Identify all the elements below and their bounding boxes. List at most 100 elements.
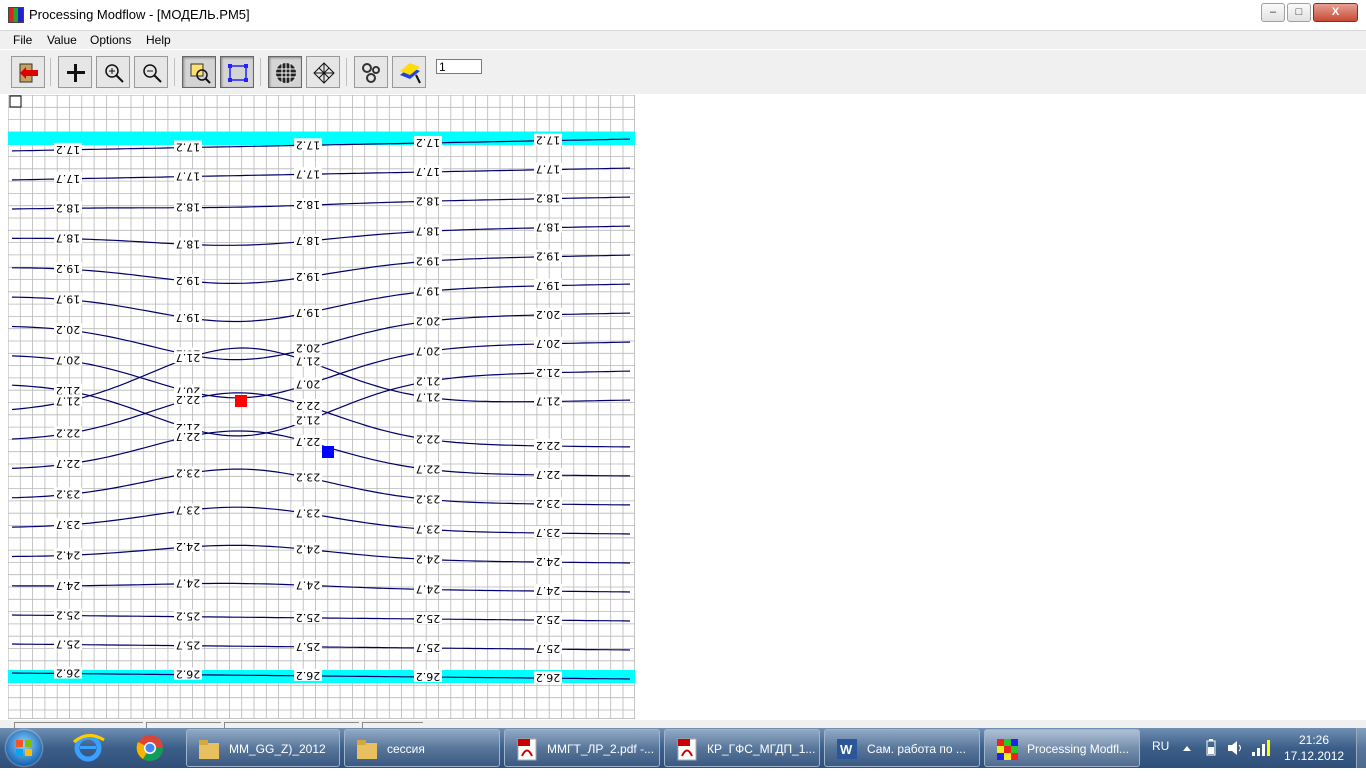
contour-label: 26.2: [536, 671, 561, 684]
zoom-out-button[interactable]: [134, 56, 168, 88]
menu-file[interactable]: File: [13, 33, 32, 47]
contour-label: 17.2: [176, 141, 201, 154]
ie-pinned[interactable]: [66, 730, 110, 766]
chrome-icon: [136, 735, 164, 762]
settings-button[interactable]: [354, 56, 388, 88]
color-map-icon: [400, 63, 421, 84]
contour-label: 20.7: [56, 354, 81, 367]
contour-label: 25.2: [296, 611, 321, 624]
contour-label: 23.2: [416, 492, 441, 505]
contour-label: 22.7: [536, 468, 561, 481]
contour-label: 19.2: [296, 270, 321, 283]
minimize-button[interactable]: –: [1261, 3, 1285, 22]
pumping-well-marker: [235, 395, 247, 407]
menu-help[interactable]: Help: [146, 33, 171, 47]
rubik-icon: [997, 739, 1018, 760]
contour-label: 25.7: [56, 638, 81, 651]
contour-label: 20.7: [416, 344, 441, 357]
contour-label: 24.7: [296, 578, 321, 591]
contour-label: 17.7: [296, 167, 321, 180]
add-button[interactable]: [58, 56, 92, 88]
contour-label: 24.7: [176, 577, 201, 590]
taskbar-item-active[interactable]: Processing Modfl...: [984, 729, 1140, 767]
exit-button[interactable]: [11, 56, 45, 88]
contour-label: 22.2: [176, 393, 201, 406]
settings-icon: [362, 63, 380, 83]
contour-label: 18.2: [416, 194, 441, 207]
clock[interactable]: 21:26 17.12.2012: [1284, 732, 1344, 764]
chrome-pinned[interactable]: [128, 730, 172, 766]
show-desktop-button[interactable]: [1356, 728, 1366, 768]
contour-label: 19.7: [56, 293, 81, 306]
contour-label: 17.2: [536, 134, 561, 147]
zoom-in-button[interactable]: [96, 56, 130, 88]
taskbar-item[interactable]: сессия: [344, 729, 500, 767]
contour-label: 22.2: [56, 426, 81, 439]
contour-label: 19.7: [176, 311, 201, 324]
empty-workspace: [636, 95, 1366, 723]
layer-input[interactable]: [436, 59, 482, 74]
contour-label: 24.7: [416, 582, 441, 595]
contour-label: 25.2: [176, 610, 201, 623]
add-icon: [67, 64, 85, 82]
mesh-button[interactable]: [306, 56, 340, 88]
contour-label: 24.7: [56, 579, 81, 592]
contour-label: 18.2: [176, 201, 201, 214]
contour-label: 24.2: [296, 542, 321, 555]
search-cell-button[interactable]: [182, 56, 216, 88]
search-cell-icon: [190, 63, 211, 84]
volume-icon[interactable]: [1226, 738, 1244, 778]
model-grid-canvas[interactable]: 17.2 17.2 17.2 17.2 17.2 17.7 17.7 17.7 17.7 17.7…: [7, 94, 636, 720]
contour-label: 19.2: [56, 262, 81, 275]
exit-icon: [19, 63, 38, 83]
app-icon: [8, 7, 24, 23]
taskbar-item[interactable]: ММГТ_ЛР_2.pdf -...: [504, 729, 660, 767]
contour-label: 17.7: [56, 172, 81, 185]
menu-options[interactable]: Options: [90, 33, 131, 47]
contour-label: 20.2: [56, 323, 81, 336]
restore-button[interactable]: □: [1287, 3, 1311, 22]
contour-label: 24.2: [56, 548, 81, 561]
contour-label: 20.7: [536, 337, 561, 350]
model-grid-map[interactable]: 17.2 17.2 17.2 17.2 17.2 17.7 17.7 17.7 17.7 17.7…: [7, 94, 636, 720]
contour-label: 22.7: [56, 457, 81, 470]
taskbar: MM_GG_Z)_2012 сессия ММГТ_ЛР_2.pdf -... …: [0, 728, 1366, 768]
contour-label: 24.7: [536, 584, 561, 597]
network-icon[interactable]: [1250, 738, 1270, 778]
taskbar-item[interactable]: КР_ГФС_МГДП_1...: [664, 729, 820, 767]
contour-label: 22.2: [536, 439, 561, 452]
contour-label: 23.2: [176, 467, 201, 480]
start-button[interactable]: [6, 730, 42, 766]
pdf-icon: [517, 738, 537, 761]
grid-button[interactable]: [268, 56, 302, 88]
contour-label: 19.7: [416, 284, 441, 297]
battery-icon[interactable]: [1204, 738, 1218, 778]
contour-label: 17.7: [176, 170, 201, 183]
zoom-out-icon: [143, 64, 162, 83]
contour-label: 26.2: [416, 670, 441, 683]
word-icon: W: [837, 739, 857, 759]
menu-value[interactable]: Value: [47, 33, 77, 47]
language-indicator[interactable]: RU: [1152, 739, 1169, 755]
contour-label: 22.7: [296, 435, 321, 448]
select-area-button[interactable]: [220, 56, 254, 88]
folder-icon: [199, 740, 219, 759]
mesh-icon: [313, 62, 335, 84]
contour-label: 17.2: [56, 143, 81, 156]
contour-label: 19.7: [536, 279, 561, 292]
injection-well-marker: [322, 446, 334, 458]
contour-label: 18.2: [536, 192, 561, 205]
window-title: Processing Modflow - [МОДЕЛЬ.PM5]: [29, 7, 250, 22]
show-hidden-icons-icon[interactable]: [1180, 742, 1194, 782]
status-bar: [0, 720, 1366, 729]
taskbar-item[interactable]: MM_GG_Z)_2012: [186, 729, 340, 767]
contour-label: 23.2: [296, 471, 321, 484]
contour-label: 18.7: [536, 221, 561, 234]
contour-label: 18.7: [56, 232, 81, 245]
zoom-in-icon: [105, 64, 124, 83]
contour-label: 25.7: [536, 642, 561, 655]
color-map-button[interactable]: [392, 56, 426, 88]
taskbar-item[interactable]: W Сам. работа по ...: [824, 729, 980, 767]
select-area-icon: [228, 64, 248, 82]
close-button[interactable]: X: [1313, 3, 1358, 22]
